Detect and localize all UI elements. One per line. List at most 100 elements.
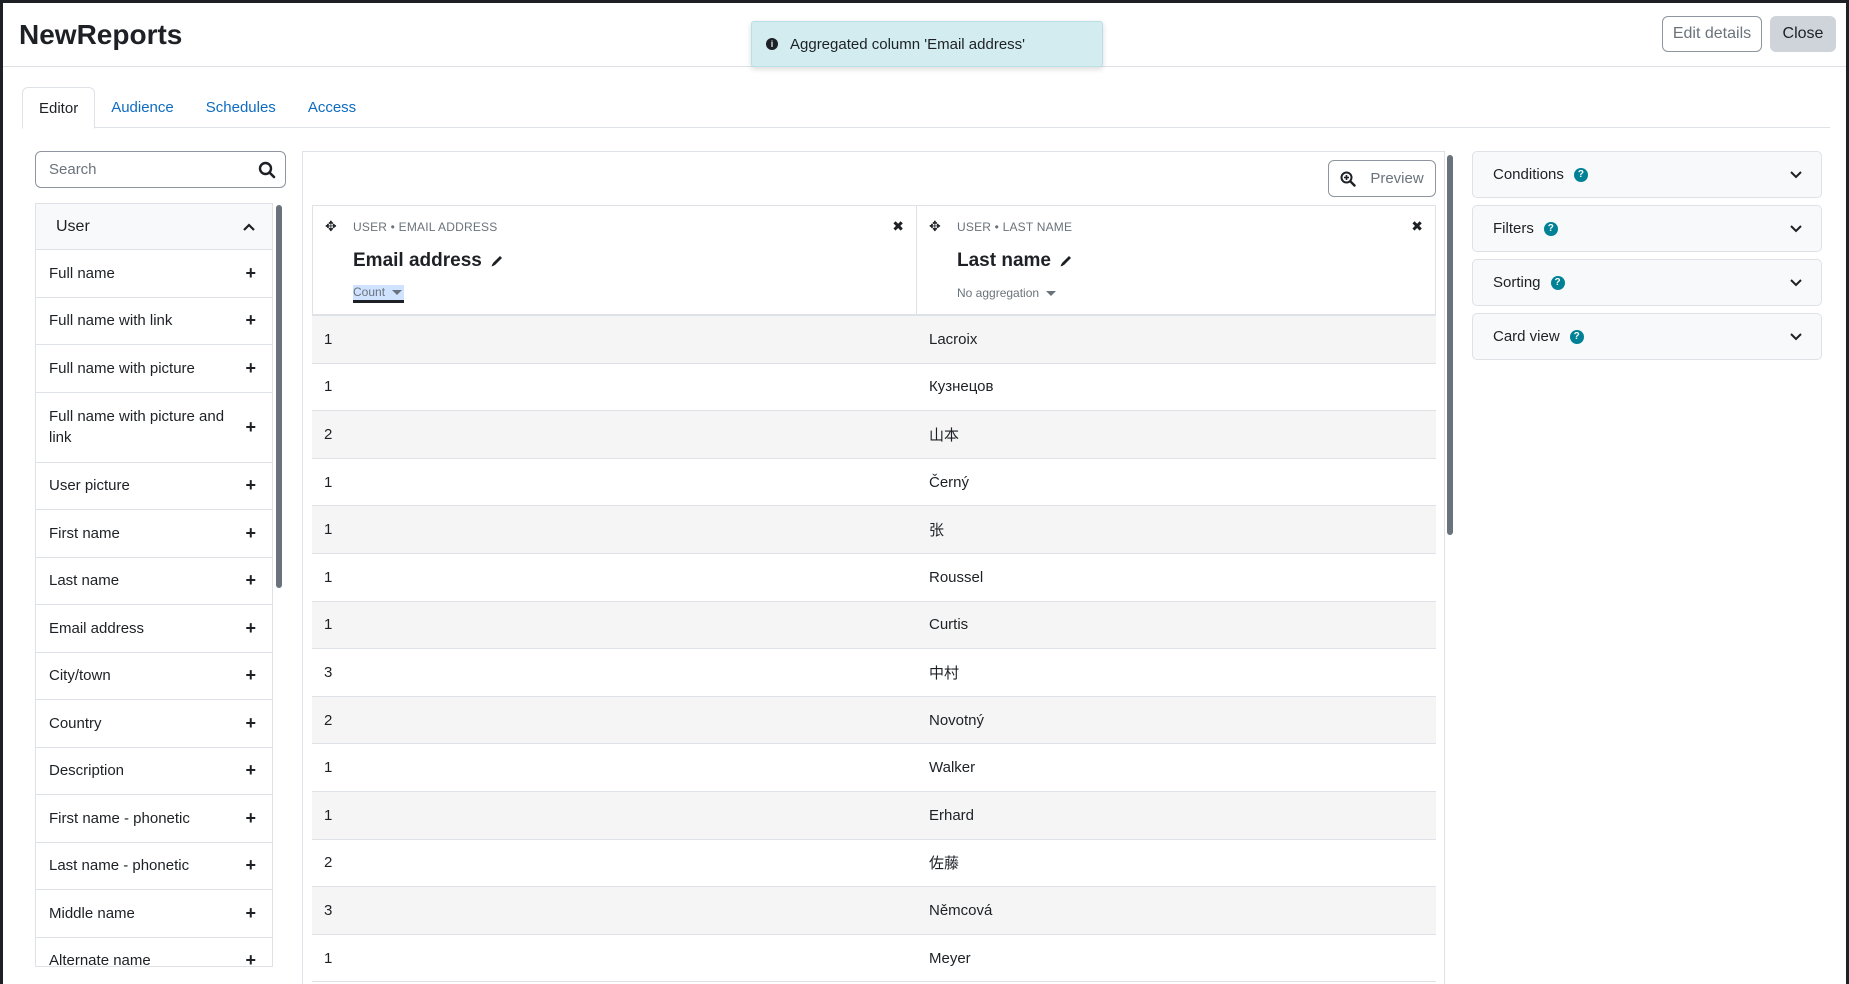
card-view-card[interactable]: Card view? — [1472, 313, 1822, 360]
help-icon[interactable]: ? — [1550, 275, 1565, 290]
table-cell: 1 — [324, 521, 333, 539]
pencil-icon[interactable] — [490, 254, 504, 268]
close-button[interactable]: Close — [1770, 16, 1836, 52]
table-cell: 1 — [324, 759, 333, 777]
table-row: 1 Černý — [312, 459, 1436, 507]
table-row: 1 Кузнецов — [312, 364, 1436, 412]
plus-icon: + — [245, 570, 256, 591]
list-item[interactable]: Full name with picture + — [36, 345, 272, 393]
table-row: 2 佐藤 — [312, 840, 1436, 888]
report-scrollbar[interactable] — [1447, 155, 1453, 535]
table-cell: 1 — [324, 568, 333, 586]
list-item[interactable]: First name + — [36, 510, 272, 558]
table-body: 1 Lacroix 1 Кузнецов 2 山本 1 Černý 1张 1 Rousse… — [312, 316, 1436, 983]
column-list-scrollbar[interactable] — [276, 205, 282, 588]
list-item-label: Last name — [49, 572, 120, 590]
column-title-text: Last name — [957, 250, 1051, 271]
remove-column-icon[interactable]: ✖ — [892, 218, 904, 235]
table-cell: 1 — [324, 806, 333, 824]
list-item[interactable]: Alternate name + — [36, 938, 272, 967]
table-cell: Erhard — [929, 806, 975, 824]
help-icon[interactable]: ? — [1569, 329, 1584, 344]
search-icon[interactable] — [258, 161, 276, 179]
plus-icon: + — [245, 665, 256, 686]
list-item-label: Full name with link — [49, 312, 173, 330]
conditions-label: Conditions — [1493, 166, 1564, 183]
plus-icon: + — [245, 712, 256, 733]
list-item[interactable]: Last name + — [36, 558, 272, 605]
help-icon[interactable]: ? — [1543, 221, 1558, 236]
caret-down-icon — [1046, 290, 1057, 296]
page-title: NewReports — [19, 19, 183, 50]
chevron-up-icon — [243, 222, 255, 231]
move-icon[interactable]: ✥ — [929, 218, 941, 235]
pencil-icon[interactable] — [1059, 254, 1073, 268]
list-item-label: Country — [49, 714, 102, 732]
plus-icon: + — [245, 950, 256, 967]
list-item[interactable]: Full name with picture and link + — [36, 393, 272, 463]
filters-card[interactable]: Filters? — [1472, 205, 1822, 252]
chevron-down-icon — [1790, 224, 1802, 232]
tab-access[interactable]: Access — [292, 87, 372, 128]
sorting-card[interactable]: Sorting? — [1472, 259, 1822, 306]
list-item[interactable]: Email address + — [36, 605, 272, 653]
plus-icon: + — [245, 416, 256, 437]
conditions-card[interactable]: Conditions? — [1472, 151, 1822, 198]
table-cell: Meyer — [929, 949, 971, 967]
search-input[interactable] — [36, 152, 246, 187]
table-cell: 佐藤 — [929, 855, 960, 873]
preview-label: Preview — [1370, 170, 1424, 187]
list-item-label: Alternate name — [49, 952, 151, 967]
table-cell: 3 — [324, 663, 333, 681]
aggregation-select[interactable]: No aggregation — [957, 286, 1057, 300]
remove-column-icon[interactable]: ✖ — [1411, 218, 1423, 235]
list-item[interactable]: Country + — [36, 700, 272, 748]
move-icon[interactable]: ✥ — [325, 218, 337, 235]
filters-label: Filters — [1493, 220, 1534, 237]
plus-icon: + — [245, 475, 256, 496]
table-row: 1 Erhard — [312, 791, 1436, 840]
table-cell: 2 — [324, 854, 333, 872]
preview-button[interactable]: Preview — [1328, 160, 1436, 197]
table-cell: 山本 — [929, 426, 960, 444]
list-item-label: User picture — [49, 477, 130, 495]
report-tabs: Editor Audience Schedules Access — [22, 87, 1830, 129]
list-item[interactable]: City/town + — [36, 653, 272, 700]
plus-icon: + — [245, 902, 256, 923]
table-row: 1 Meyer — [312, 935, 1436, 983]
column-group-header[interactable]: User — [36, 204, 272, 250]
list-item[interactable]: Middle name + — [36, 890, 272, 938]
list-item[interactable]: Full name + — [36, 250, 272, 298]
table-row: 1 Walker — [312, 744, 1436, 792]
table-row: 2 山本 — [312, 411, 1436, 459]
caret-down-icon — [392, 289, 403, 295]
list-item[interactable]: User picture + — [36, 463, 272, 510]
table-cell: 1 — [324, 473, 333, 491]
list-item-label: Full name — [49, 264, 115, 282]
help-icon[interactable]: ? — [1573, 167, 1588, 182]
list-item[interactable]: Full name with link + — [36, 298, 272, 345]
list-item[interactable]: First name - phonetic + — [36, 795, 272, 843]
list-item[interactable]: Last name - phonetic + — [36, 843, 272, 890]
table-cell: Curtis — [929, 616, 969, 634]
aggregation-value: No aggregation — [957, 286, 1040, 300]
list-item-label: Middle name — [49, 904, 135, 922]
tab-schedules[interactable]: Schedules — [190, 87, 292, 128]
tab-audience[interactable]: Audience — [95, 87, 190, 128]
card-view-label: Card view — [1493, 328, 1560, 345]
notification-toast: i Aggregated column 'Email address' — [751, 21, 1103, 67]
table-row: 1 Lacroix — [312, 316, 1436, 364]
table-cell: Walker — [929, 759, 976, 777]
aggregation-select[interactable]: Count — [353, 285, 405, 303]
table-row: 1 Curtis — [312, 601, 1436, 650]
list-item[interactable]: Description + — [36, 748, 272, 795]
list-item-label: City/town — [49, 667, 111, 685]
column-header-lastname: ✥ User • Last name ✖ Last name No aggreg… — [917, 206, 1435, 314]
aggregation-value: Count — [353, 285, 386, 299]
tab-editor[interactable]: Editor — [22, 87, 96, 129]
edit-details-button[interactable]: Edit details — [1662, 16, 1762, 52]
table-cell: 1 — [324, 616, 333, 634]
sorting-label: Sorting — [1493, 274, 1541, 291]
table-cell: Lacroix — [929, 330, 978, 348]
plus-icon: + — [245, 807, 256, 828]
